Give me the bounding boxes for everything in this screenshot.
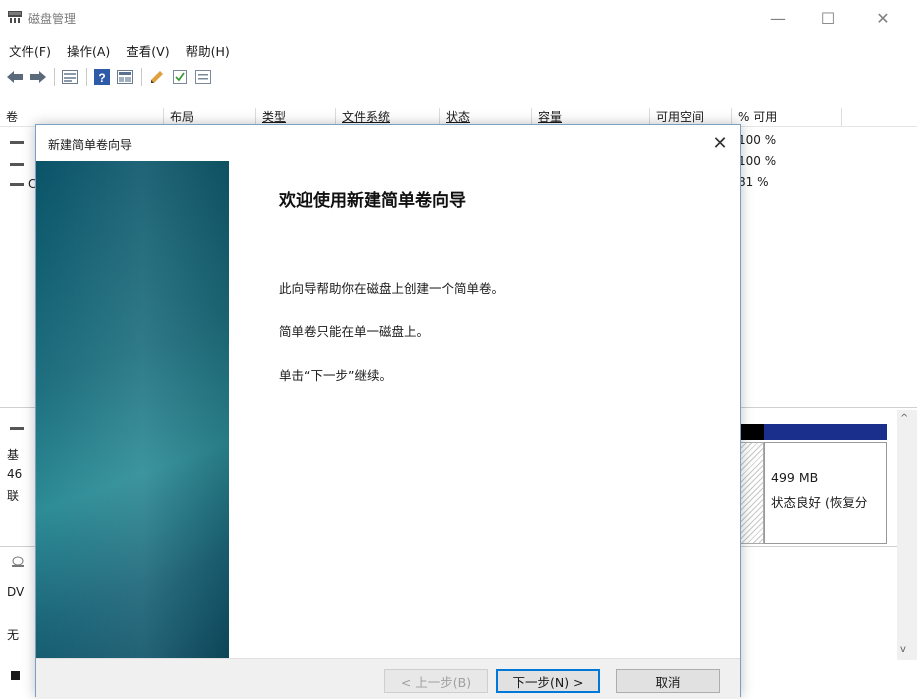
toolbar: ? [0, 64, 917, 90]
pencil-icon [151, 71, 163, 83]
minimize-icon: — [770, 8, 786, 28]
close-icon: ✕ [876, 8, 890, 28]
volume-icon [10, 183, 24, 186]
forward-button[interactable] [28, 67, 48, 87]
dvd-drive-icon [12, 556, 24, 567]
help-icon: ? [94, 69, 110, 85]
scroll-down-icon[interactable]: v [900, 644, 906, 655]
check-button[interactable] [170, 67, 190, 87]
properties-icon [195, 70, 211, 84]
volume-list-icon [62, 70, 78, 84]
legend-swatch [11, 671, 20, 680]
partition-size: 499 MB [771, 470, 819, 485]
dvd-label-fragment: DV [7, 585, 25, 599]
menu-help[interactable]: 帮助(H) [178, 41, 238, 60]
disk-view-button[interactable] [115, 67, 135, 87]
menu-bar: 文件(F) 操作(A) 查看(V) 帮助(H) [0, 38, 917, 62]
percent-free-value: 81 % [738, 175, 769, 189]
checkbox-icon [173, 70, 187, 84]
menu-file[interactable]: 文件(F) [0, 41, 59, 60]
forward-arrow-icon [30, 71, 46, 83]
next-button[interactable]: 下一步(N) > [496, 669, 600, 693]
cancel-button[interactable]: 取消 [616, 669, 720, 693]
wizard-title: 新建简单卷向导 [48, 138, 133, 152]
volume-icon [10, 141, 24, 144]
new-simple-volume-wizard: 新建简单卷向导 ✕ 欢迎使用新建简单卷向导 此向导帮助你在磁盘上创建一个简单卷。… [35, 124, 741, 699]
disk-status-fragment: 联 [7, 489, 20, 503]
wizard-continue-text: 单击“下一步”继续。 [279, 368, 392, 383]
wizard-footer: < 上一步(B) 下一步(N) > 取消 [36, 658, 740, 699]
disk-view-icon [117, 70, 133, 84]
wizard-close-button[interactable]: ✕ [708, 131, 732, 155]
partition-status: 状态良好 (恢复分 [771, 495, 868, 510]
dvd-status-fragment: 无 [7, 628, 20, 642]
partition-header-recovery [764, 424, 887, 440]
back-button[interactable]: < 上一步(B) [384, 669, 488, 693]
svg-text:?: ? [98, 71, 105, 85]
title-bar: 磁盘管理 — ☐ ✕ [0, 0, 917, 36]
wizard-title-bar: 新建简单卷向导 ✕ [36, 125, 740, 161]
toolbar-separator [86, 68, 87, 86]
menu-view[interactable]: 查看(V) [118, 41, 177, 60]
column-percent-free[interactable]: % 可用 [732, 108, 842, 126]
toolbar-separator [54, 68, 55, 86]
partition-selected-hatched[interactable] [740, 442, 764, 544]
disk-management-icon [8, 11, 22, 23]
disk-label-fragment: 基 [7, 448, 20, 462]
edit-button[interactable] [147, 67, 167, 87]
menu-action[interactable]: 操作(A) [59, 41, 118, 60]
toolbar-separator [141, 68, 142, 86]
wizard-intro-text: 此向导帮助你在磁盘上创建一个简单卷。 [279, 281, 505, 296]
disk-size-fragment: 46 [7, 467, 23, 481]
percent-free-value: 100 % [738, 133, 777, 147]
disk-area-scrollbar[interactable] [897, 410, 917, 660]
partition-header-unallocated [740, 424, 764, 440]
maximize-icon: ☐ [820, 8, 836, 28]
volume-list-button[interactable] [60, 67, 80, 87]
maximize-button[interactable]: ☐ [805, 0, 851, 36]
minimize-button[interactable]: — [755, 0, 801, 36]
close-button[interactable]: ✕ [860, 0, 906, 36]
wizard-banner-image [36, 161, 229, 658]
help-button[interactable]: ? [92, 67, 112, 87]
close-icon: ✕ [712, 132, 728, 154]
properties-button[interactable] [193, 67, 213, 87]
volume-icon [10, 163, 24, 166]
scroll-up-icon[interactable]: ^ [900, 413, 908, 424]
back-button[interactable] [5, 67, 25, 87]
window-title: 磁盘管理 [28, 12, 77, 26]
wizard-heading: 欢迎使用新建简单卷向导 [279, 191, 466, 211]
wizard-info-text: 简单卷只能在单一磁盘上。 [279, 324, 430, 339]
back-arrow-icon [7, 71, 23, 83]
disk-icon [10, 427, 24, 430]
percent-free-value: 100 % [738, 154, 777, 168]
